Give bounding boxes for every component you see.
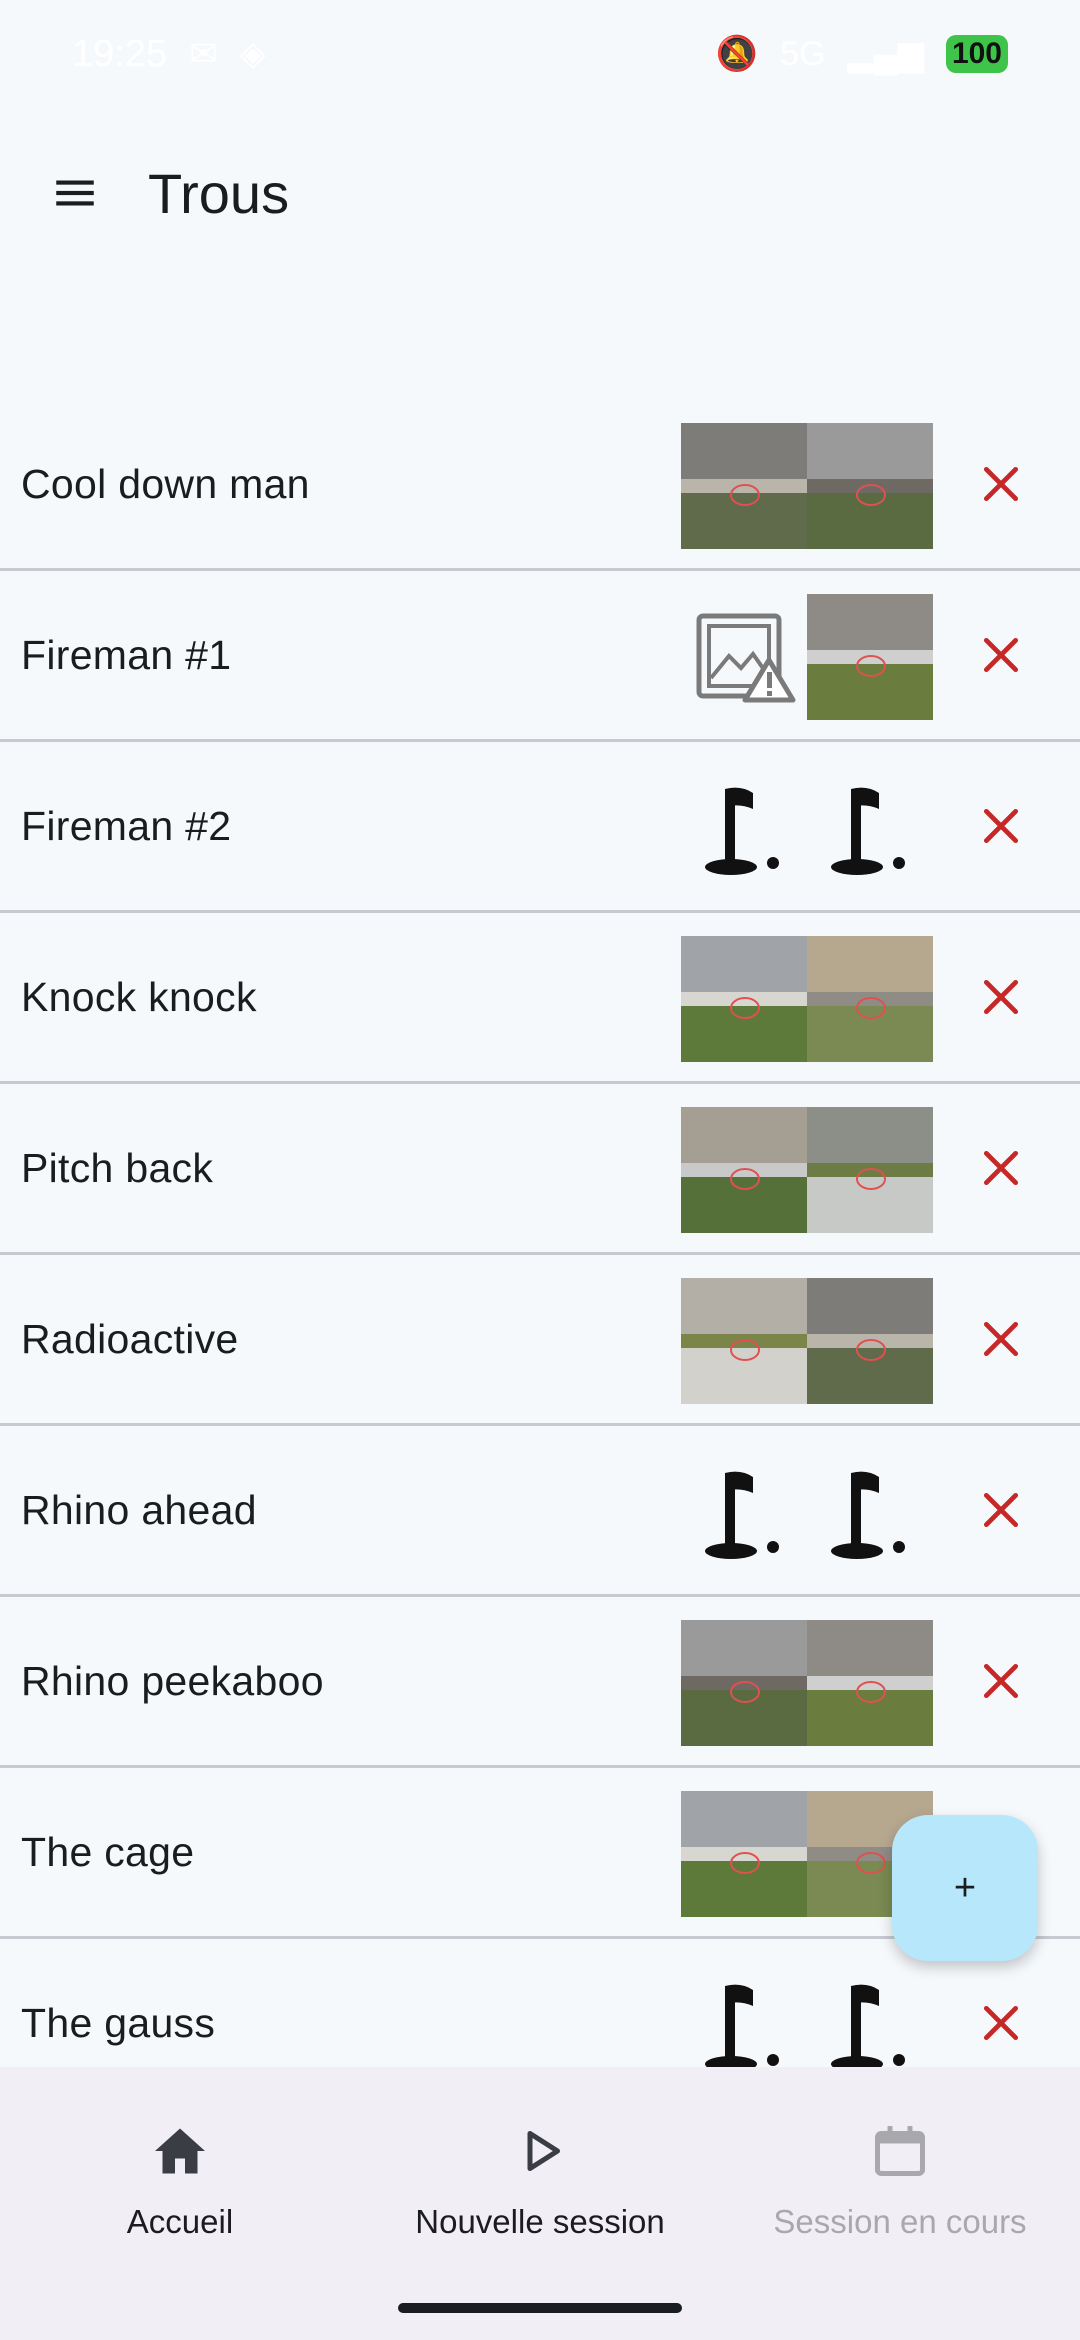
delete-hole-button[interactable] xyxy=(966,1475,1036,1545)
nav-label-session-en-cours: Session en cours xyxy=(773,2203,1027,2240)
delete-hole-button[interactable] xyxy=(966,1988,1036,2058)
close-icon xyxy=(983,808,1019,844)
battery-indicator: 100 xyxy=(945,35,1008,73)
hole-thumbnail-1[interactable] xyxy=(681,765,807,891)
close-icon xyxy=(983,2005,1019,2041)
hole-photo xyxy=(807,935,933,1062)
hole-thumbnails xyxy=(681,742,934,913)
app-bar: Trous xyxy=(0,130,1080,256)
hole-photo xyxy=(807,422,933,549)
play-icon xyxy=(527,2131,560,2171)
hole-row[interactable]: Cool down man xyxy=(0,400,1080,571)
delete-hole-button[interactable] xyxy=(966,1304,1036,1374)
gmail-icon: ✉ xyxy=(189,35,218,73)
status-time: 19:25 xyxy=(72,32,168,75)
hole-photo xyxy=(807,593,933,720)
hole-thumbnails xyxy=(681,400,934,571)
hole-thumbnail-2[interactable] xyxy=(807,765,933,891)
hole-row[interactable]: Fireman #1 xyxy=(0,571,1080,742)
hole-row[interactable]: Fireman #2 xyxy=(0,742,1080,913)
hole-thumbnail-1[interactable] xyxy=(681,1790,807,1917)
nav-label-accueil: Accueil xyxy=(126,2203,234,2240)
status-right: 🔕 5G ▂▄▆ 100 xyxy=(716,34,1008,74)
hole-thumbnails xyxy=(681,1255,934,1426)
hole-photo xyxy=(681,1619,807,1746)
hole-thumbnails xyxy=(681,571,934,742)
hole-thumbnail-1[interactable] xyxy=(681,1449,807,1575)
close-icon xyxy=(983,1150,1019,1186)
delete-hole-button[interactable] xyxy=(966,1646,1036,1716)
hole-thumbnail-1[interactable] xyxy=(681,422,807,549)
hole-thumbnail-1[interactable] xyxy=(681,1106,807,1233)
hole-row[interactable]: Pitch back xyxy=(0,1084,1080,1255)
delete-hole-button[interactable] xyxy=(966,962,1036,1032)
mute-icon: 🔕 xyxy=(715,35,759,73)
hole-row[interactable]: Rhino ahead xyxy=(0,1426,1080,1597)
hole-thumbnail-1[interactable] xyxy=(681,594,807,720)
menu-button[interactable] xyxy=(20,138,130,248)
close-icon xyxy=(983,979,1019,1015)
hole-row[interactable]: Radioactive xyxy=(0,1255,1080,1426)
hole-thumbnail-2[interactable] xyxy=(807,1106,933,1233)
nav-item-nouvelle-session[interactable]: Nouvelle session xyxy=(360,2107,720,2267)
hole-thumbnail-2[interactable] xyxy=(807,1277,933,1404)
hole-photo xyxy=(807,1619,933,1746)
hole-thumbnail-1[interactable] xyxy=(681,1619,807,1746)
broken-image-icon xyxy=(696,613,796,702)
golf-flag-icon xyxy=(831,1471,905,1559)
hole-thumbnail-2[interactable] xyxy=(807,935,933,1062)
close-icon xyxy=(983,1492,1019,1528)
hole-photo xyxy=(681,1277,807,1404)
delete-hole-button[interactable] xyxy=(966,620,1036,690)
hole-photo xyxy=(681,422,807,549)
nav-item-session-en-cours[interactable]: Session en cours xyxy=(720,2107,1080,2267)
nav-item-accueil[interactable]: Accueil xyxy=(0,2107,360,2267)
nav-label-nouvelle-session: Nouvelle session xyxy=(415,2203,665,2240)
hole-row[interactable]: Rhino peekaboo xyxy=(0,1597,1080,1768)
hole-photo xyxy=(807,1277,933,1404)
calendar-icon xyxy=(875,2126,925,2176)
network-label: 5G xyxy=(780,34,826,73)
hole-photo xyxy=(681,1106,807,1233)
hole-row[interactable]: Knock knock xyxy=(0,913,1080,1084)
close-icon xyxy=(983,1663,1019,1699)
sync-icon: ◈ xyxy=(239,35,266,73)
close-icon xyxy=(983,1321,1019,1357)
hole-photo xyxy=(807,1106,933,1233)
home-indicator[interactable] xyxy=(398,2303,682,2313)
bottom-navigation: Accueil Nouvelle session Session en cour… xyxy=(0,2067,1080,2340)
delete-hole-button[interactable] xyxy=(966,449,1036,519)
delete-hole-button[interactable] xyxy=(966,1133,1036,1203)
status-bar: 19:25 ✉ ◈ 🔕 5G ▂▄▆ 100 xyxy=(0,0,1080,108)
golf-flag-icon xyxy=(831,787,905,875)
menu-icon xyxy=(56,180,94,206)
add-hole-button[interactable]: + xyxy=(892,1815,1038,1961)
hole-photo xyxy=(681,935,807,1062)
hole-photo xyxy=(681,1790,807,1917)
signal-icon: ▂▄▆ xyxy=(847,35,924,73)
home-icon xyxy=(155,2128,205,2174)
page-title: Trous xyxy=(148,161,290,225)
hole-thumbnails xyxy=(681,1426,934,1597)
hole-thumbnail-2[interactable] xyxy=(807,1449,933,1575)
delete-hole-button[interactable] xyxy=(966,791,1036,861)
close-icon xyxy=(983,637,1019,673)
hole-thumbnail-2[interactable] xyxy=(807,1619,933,1746)
hole-thumbnail-1[interactable] xyxy=(681,1277,807,1404)
status-left: 19:25 ✉ ◈ xyxy=(72,33,266,76)
golf-flag-icon xyxy=(705,1471,779,1559)
hole-thumbnail-2[interactable] xyxy=(807,593,933,720)
hole-thumbnails xyxy=(681,913,934,1084)
hole-thumbnails xyxy=(681,1597,934,1768)
hole-thumbnail-1[interactable] xyxy=(681,935,807,1062)
close-icon xyxy=(983,466,1019,502)
golf-flag-icon xyxy=(705,787,779,875)
hole-thumbnails xyxy=(681,1084,934,1255)
hole-thumbnail-2[interactable] xyxy=(807,422,933,549)
